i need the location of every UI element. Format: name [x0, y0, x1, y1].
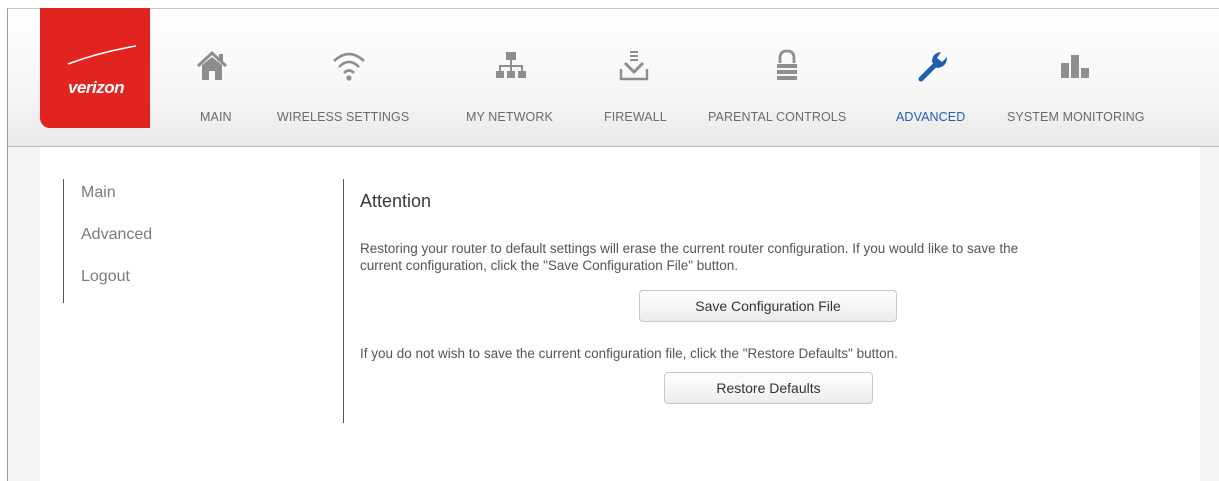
wifi-icon	[331, 49, 367, 88]
verizon-logo[interactable]: verizon	[40, 8, 150, 128]
nav-advanced[interactable]: ADVANCED	[895, 9, 980, 146]
wrench-icon	[917, 49, 949, 88]
lock-icon	[775, 49, 799, 88]
nav-label-advanced: ADVANCED	[896, 110, 966, 124]
restore-defaults-button[interactable]: Restore Defaults	[664, 372, 873, 404]
nav-my-network[interactable]: MY NETWORK	[463, 9, 563, 146]
sidebar-item-advanced[interactable]: Advanced	[81, 226, 152, 244]
nav-wireless-settings[interactable]: WIRELESS SETTINGS	[274, 9, 424, 146]
nav-system-monitoring[interactable]: SYSTEM MONITORING	[1005, 9, 1155, 146]
page-title: Attention	[360, 191, 432, 211]
nav-label-firewall: FIREWALL	[604, 110, 667, 124]
nav-label-wireless-settings: WIRELESS SETTINGS	[277, 110, 410, 124]
content-panel	[40, 147, 1200, 481]
network-icon	[496, 49, 526, 88]
home-icon	[196, 49, 228, 88]
sidebar-item-logout[interactable]: Logout	[81, 268, 130, 286]
firewall-icon	[619, 49, 649, 88]
sidebar-item-main[interactable]: Main	[81, 184, 116, 202]
content-divider	[343, 179, 344, 423]
nav-main[interactable]: MAIN	[188, 9, 238, 146]
nav-parental-controls[interactable]: PARENTAL CONTROLS	[707, 9, 867, 146]
nav-label-my-network: MY NETWORK	[466, 110, 553, 124]
restore-instruction-text: If you do not wish to save the current c…	[360, 346, 898, 361]
sidebar: Main Advanced Logout	[63, 179, 184, 303]
nav-label-system-monitoring: SYSTEM MONITORING	[1007, 110, 1145, 124]
save-configuration-button[interactable]: Save Configuration File	[639, 290, 897, 322]
nav-label-main: MAIN	[200, 110, 232, 124]
restore-warning-line2: current configuration, click the "Save C…	[360, 258, 739, 273]
logo-text: verizon	[68, 78, 125, 97]
nav-firewall[interactable]: FIREWALL	[603, 9, 673, 146]
logo-check-icon	[67, 45, 137, 65]
restore-warning-line1: Restoring your router to default setting…	[360, 241, 1019, 256]
bar-chart-icon	[1061, 49, 1091, 88]
nav-label-parental-controls: PARENTAL CONTROLS	[708, 110, 847, 124]
